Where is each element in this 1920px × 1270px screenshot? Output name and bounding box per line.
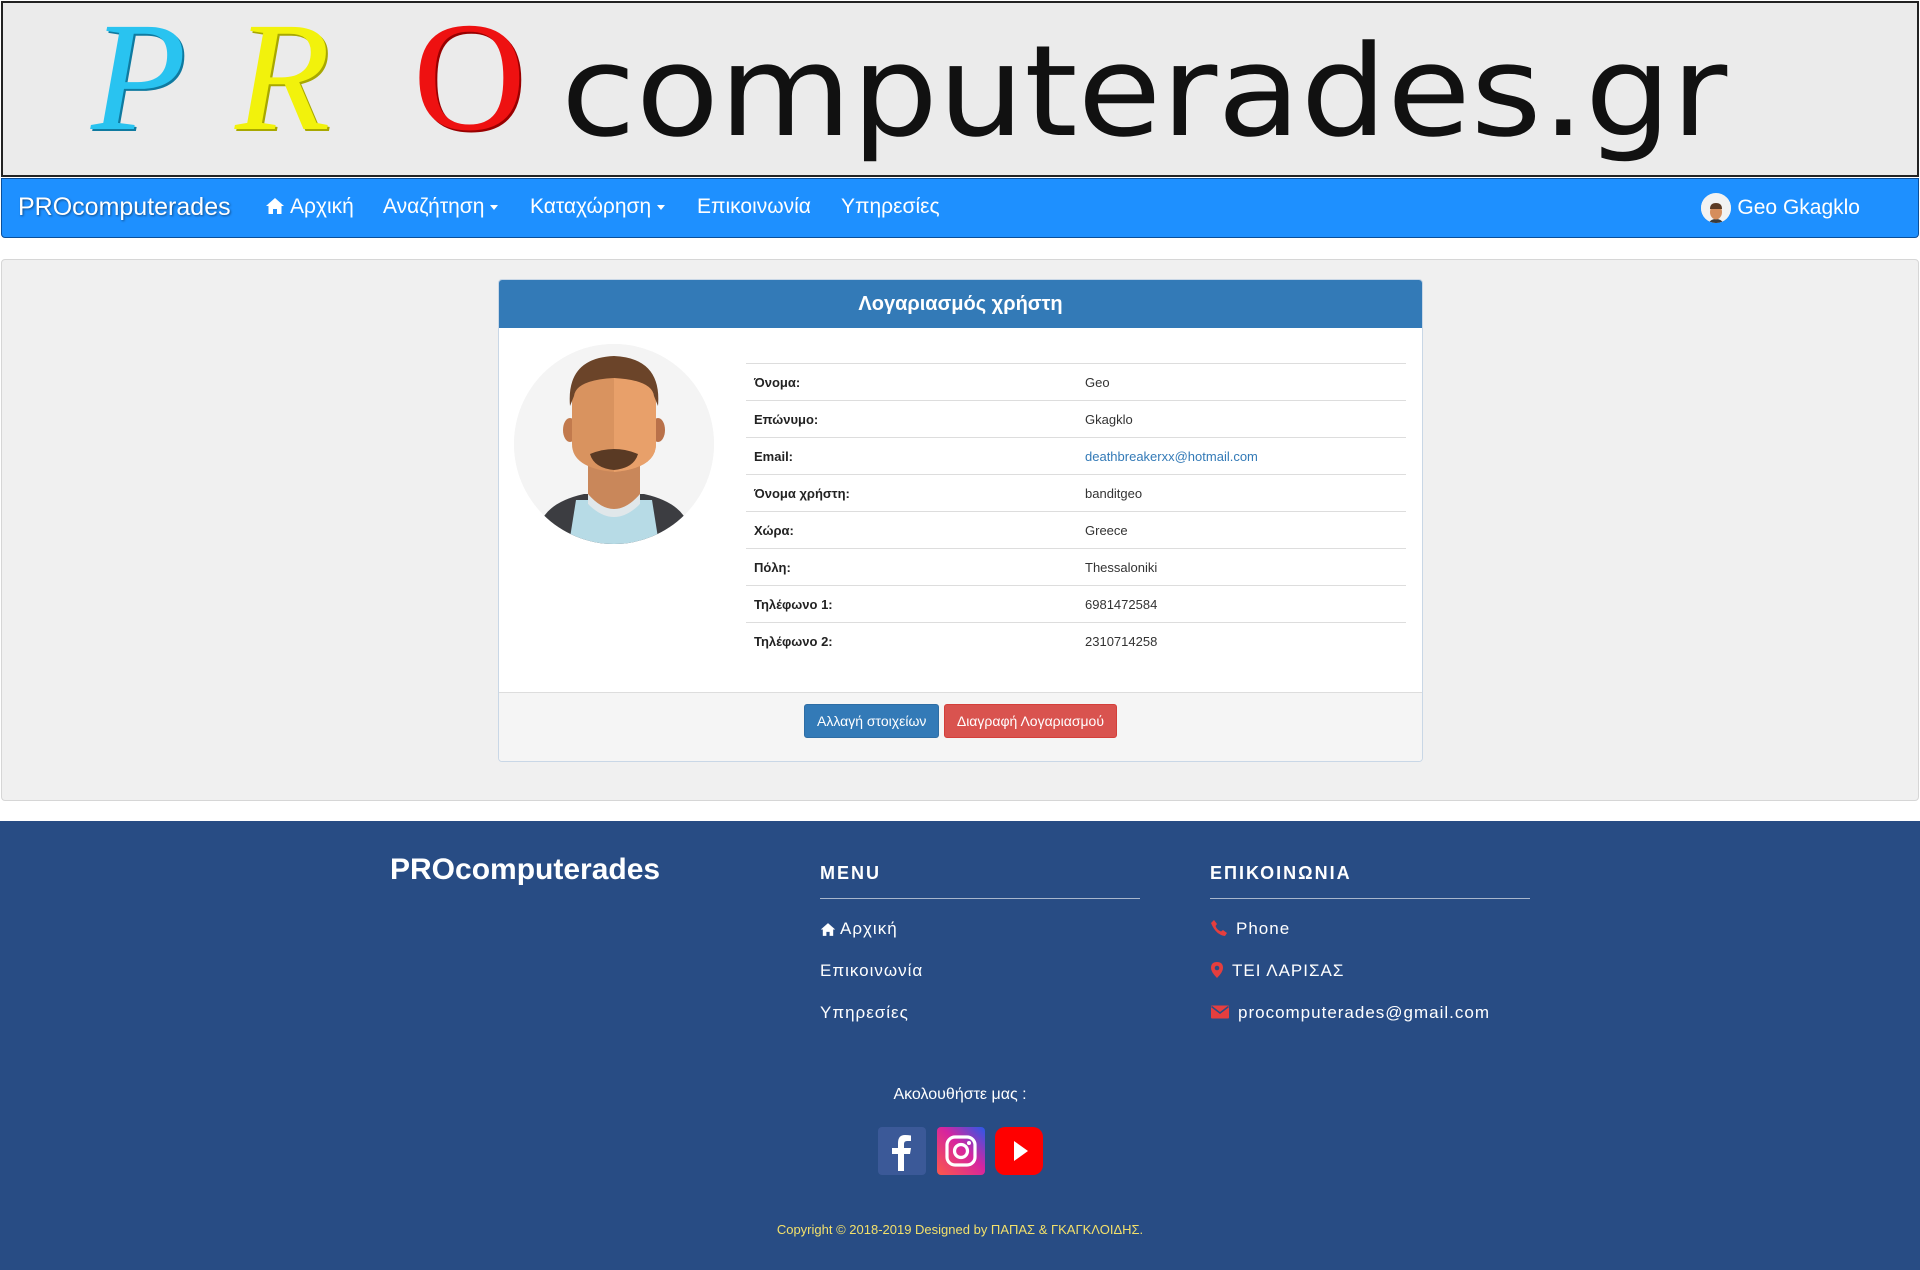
nav-user-name: Geo Gkagklo: [1737, 196, 1860, 219]
account-panel-footer: Αλλαγή στοιχείων Διαγραφή Λογαριασμού: [499, 692, 1422, 761]
logo-letter-p: P: [91, 1, 187, 163]
footer-link-services[interactable]: Υπηρεσίες: [820, 1001, 1140, 1025]
footer-brand: PROcomputerades: [390, 853, 661, 886]
edit-account-button[interactable]: Αλλαγή στοιχείων: [803, 704, 940, 738]
field-value: deathbreakerxx@hotmail.com: [1077, 437, 1406, 475]
home-icon: [820, 923, 836, 936]
field-label: Όνομα:: [746, 363, 1077, 401]
field-value: banditgeo: [1077, 474, 1406, 512]
field-value: Gkagklo: [1077, 400, 1406, 438]
table-row: Πόλη: Thessaloniki: [746, 548, 1406, 586]
logo-letter-o: O: [413, 1, 526, 163]
site-footer: PROcomputerades MENU Αρχική Επικοινωνία …: [0, 821, 1920, 1270]
footer-link-home[interactable]: Αρχική: [820, 917, 1140, 941]
map-marker-icon: [1211, 962, 1223, 978]
table-row: Email: deathbreakerxx@hotmail.com: [746, 437, 1406, 475]
chevron-down-icon: [657, 204, 666, 210]
youtube-icon[interactable]: [995, 1127, 1043, 1175]
footer-email-label: procomputerades@gmail.com: [1238, 1003, 1491, 1022]
user-avatar-small: [1701, 193, 1732, 224]
nav-item-home-label: Αρχική: [290, 195, 354, 218]
envelope-icon: [1211, 1005, 1229, 1019]
field-label: Πόλη:: [746, 548, 1077, 586]
table-row: Επώνυμο: Gkagklo: [746, 400, 1406, 438]
nav-item-contact[interactable]: Επικοινωνία: [697, 179, 811, 239]
copyright-text: Copyright © 2018-2019 Designed by ΠΑΠΑΣ …: [776, 1222, 1144, 1237]
table-row: Τηλέφωνο 1: 6981472584: [746, 585, 1406, 623]
account-panel: Λογαριασμός χρήστη Όνομα: Geo Επώνυμο: G…: [498, 279, 1423, 762]
footer-address-label: ΤΕΙ ΛΑΡΙΣΑΣ: [1232, 961, 1345, 980]
nav-item-services[interactable]: Υπηρεσίες: [841, 179, 940, 239]
email-link[interactable]: deathbreakerxx@hotmail.com: [1085, 449, 1258, 464]
navbar-brand[interactable]: PROcomputerades: [18, 179, 231, 239]
nav-item-services-label: Υπηρεσίες: [841, 195, 940, 218]
field-label: Email:: [746, 437, 1077, 475]
field-label: Όνομα χρήστη:: [746, 474, 1077, 512]
footer-address: ΤΕΙ ΛΑΡΙΣΑΣ: [1210, 959, 1530, 983]
footer-menu-title: MENU: [820, 863, 1140, 899]
field-value: Thessaloniki: [1077, 548, 1406, 586]
delete-account-button[interactable]: Διαγραφή Λογαριασμού: [943, 704, 1117, 738]
footer-link-contact[interactable]: Επικοινωνία: [820, 959, 1140, 983]
nav-item-search[interactable]: Αναζήτηση: [383, 179, 499, 239]
nav-item-contact-label: Επικοινωνία: [697, 195, 811, 218]
table-row: Όνομα: Geo: [746, 363, 1406, 401]
account-info-table: Όνομα: Geo Επώνυμο: Gkagklo Email: death…: [746, 363, 1406, 660]
footer-contact: ΕΠΙΚΟΙΝΩΝΙΑ Phone ΤΕΙ ΛΑΡΙΣΑΣ procompute…: [1210, 863, 1530, 1025]
follow-us-label: Ακολουθήστε μας :: [893, 1086, 1027, 1103]
table-row: Όνομα χρήστη: banditgeo: [746, 474, 1406, 512]
table-row: Χώρα: Greece: [746, 511, 1406, 549]
footer-phone-label: Phone: [1236, 919, 1291, 938]
field-label: Χώρα:: [746, 511, 1077, 549]
instagram-icon[interactable]: [937, 1127, 985, 1175]
logo-letter-r: R: [235, 1, 331, 163]
field-value: Greece: [1077, 511, 1406, 549]
main-navbar: PROcomputerades Αρχική Αναζήτηση Καταχώρ…: [1, 178, 1919, 238]
nav-item-home[interactable]: Αρχική: [265, 179, 354, 239]
nav-item-register-label: Καταχώρηση: [530, 195, 652, 218]
field-label: Τηλέφωνο 2:: [746, 622, 1077, 660]
home-icon: [266, 198, 284, 214]
account-panel-title: Λογαριασμός χρήστη: [499, 280, 1422, 328]
footer-phone: Phone: [1210, 917, 1530, 941]
site-banner-logo: P R O computerades.gr: [1, 1, 1919, 177]
nav-item-register[interactable]: Καταχώρηση: [530, 179, 666, 239]
logo-domain-text: computerades.gr: [561, 18, 1728, 165]
nav-user-menu[interactable]: Geo Gkagklo: [1701, 179, 1860, 239]
phone-icon: [1211, 920, 1227, 936]
nav-item-search-label: Αναζήτηση: [383, 195, 485, 218]
field-value: 6981472584: [1077, 585, 1406, 623]
footer-link-home-label: Αρχική: [840, 919, 898, 938]
user-avatar: [514, 344, 714, 544]
field-label: Τηλέφωνο 1:: [746, 585, 1077, 623]
table-row: Τηλέφωνο 2: 2310714258: [746, 622, 1406, 660]
chevron-down-icon: [490, 204, 499, 210]
field-value: Geo: [1077, 363, 1406, 401]
facebook-icon[interactable]: [878, 1127, 926, 1175]
footer-email[interactable]: procomputerades@gmail.com: [1210, 1001, 1530, 1025]
account-panel-body: Όνομα: Geo Επώνυμο: Gkagklo Email: death…: [499, 328, 1422, 694]
footer-menu: MENU Αρχική Επικοινωνία Υπηρεσίες: [820, 863, 1140, 1025]
field-label: Επώνυμο:: [746, 400, 1077, 438]
footer-contact-title: ΕΠΙΚΟΙΝΩΝΙΑ: [1210, 863, 1530, 899]
field-value: 2310714258: [1077, 622, 1406, 660]
